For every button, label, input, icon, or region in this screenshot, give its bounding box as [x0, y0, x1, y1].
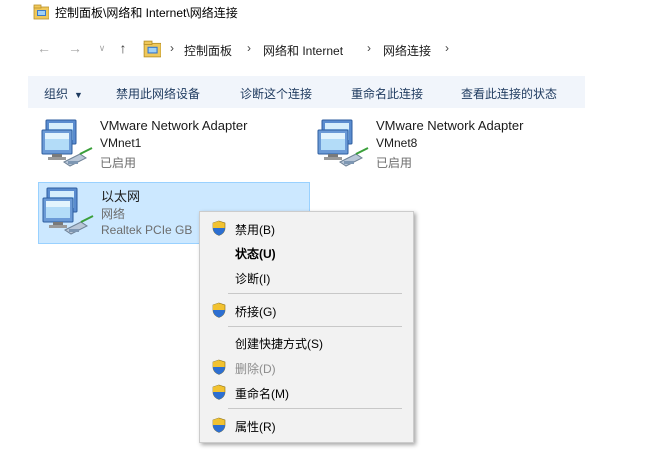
adapter-item-vmnet1[interactable]: VMware Network Adapter VMnet1 已启用 — [40, 118, 310, 174]
adapter-subtitle: VMnet1 — [100, 136, 142, 150]
network-adapter-icon — [317, 119, 369, 167]
adapter-name: VMware Network Adapter — [100, 118, 248, 133]
menu-separator — [228, 293, 402, 294]
adapter-name: 以太网 — [101, 189, 141, 204]
adapter-name: VMware Network Adapter — [376, 118, 524, 133]
navigation-bar: ← → ∨ ↑ › 控制面板 › 网络和 Internet › 网络连接 › — [0, 36, 650, 62]
menu-item-properties[interactable]: 属性(R) — [200, 414, 413, 436]
organize-button[interactable]: 组织 ▼ — [44, 85, 83, 102]
adapter-item-vmnet8[interactable]: VMware Network Adapter VMnet8 已启用 — [316, 118, 586, 174]
menu-item-label: 属性(R) — [235, 420, 276, 434]
adapter-device: Realtek PCIe GB — [101, 223, 193, 237]
chevron-right-icon[interactable]: › — [367, 41, 371, 55]
disable-device-button[interactable]: 禁用此网络设备 — [116, 85, 200, 102]
menu-item-diagnose[interactable]: 诊断(I) — [200, 266, 413, 288]
diagnose-button[interactable]: 诊断这个连接 — [240, 85, 312, 102]
uac-shield-icon — [212, 384, 226, 400]
menu-separator — [228, 408, 402, 409]
adapter-subtitle: 网络 — [101, 207, 126, 221]
uac-shield-icon — [212, 359, 226, 375]
forward-arrow-icon[interactable]: → — [67, 40, 83, 56]
uac-shield-icon — [212, 220, 226, 236]
menu-item-label: 状态(U) — [235, 247, 276, 261]
window-title-bar: 控制面板\网络和 Internet\网络连接 — [0, 0, 650, 24]
adapter-status: 已启用 — [376, 156, 413, 170]
view-status-button[interactable]: 查看此连接的状态 — [461, 85, 557, 102]
control-panel-icon — [143, 40, 161, 58]
menu-item-label: 重命名(M) — [235, 387, 289, 401]
command-bar: 组织 ▼ 禁用此网络设备 诊断这个连接 重命名此连接 查看此连接的状态 — [28, 76, 585, 108]
recent-dropdown-icon[interactable]: ∨ — [94, 40, 110, 56]
menu-item-bridge[interactable]: 桥接(G) — [200, 299, 413, 321]
caret-down-icon: ▼ — [74, 90, 83, 100]
context-menu: 禁用(B) 状态(U) 诊断(I) 桥接(G) 创建快捷方式(S) 删除(D) … — [199, 211, 414, 443]
network-adapter-icon — [41, 119, 93, 167]
breadcrumb-network-internet[interactable]: 网络和 Internet — [263, 42, 343, 59]
back-arrow-icon[interactable]: ← — [36, 40, 52, 56]
breadcrumb-network-connections[interactable]: 网络连接 — [383, 42, 431, 59]
address-bar[interactable]: › 控制面板 › 网络和 Internet › 网络连接 › — [140, 36, 587, 62]
menu-item-create-shortcut[interactable]: 创建快捷方式(S) — [200, 331, 413, 353]
menu-item-disable[interactable]: 禁用(B) — [200, 217, 413, 239]
chevron-right-icon[interactable]: › — [247, 41, 251, 55]
network-adapter-icon — [42, 187, 94, 235]
menu-separator — [228, 326, 402, 327]
adapter-subtitle: VMnet8 — [376, 136, 418, 150]
window-title: 控制面板\网络和 Internet\网络连接 — [55, 6, 238, 20]
chevron-right-icon[interactable]: › — [170, 41, 174, 55]
menu-item-label: 桥接(G) — [235, 305, 277, 319]
menu-item-label: 诊断(I) — [235, 272, 271, 286]
menu-item-label: 禁用(B) — [235, 223, 275, 237]
up-arrow-icon[interactable]: ↑ — [115, 40, 131, 56]
adapter-status: 已启用 — [100, 156, 137, 170]
network-folder-icon — [33, 4, 49, 20]
breadcrumb-control-panel[interactable]: 控制面板 — [184, 42, 232, 59]
menu-item-rename[interactable]: 重命名(M) — [200, 381, 413, 403]
chevron-right-icon[interactable]: › — [445, 41, 449, 55]
uac-shield-icon — [212, 302, 226, 318]
menu-item-label: 删除(D) — [235, 362, 276, 376]
rename-button[interactable]: 重命名此连接 — [351, 85, 423, 102]
uac-shield-icon — [212, 417, 226, 433]
organize-label: 组织 — [44, 87, 69, 101]
menu-item-status[interactable]: 状态(U) — [200, 241, 413, 263]
menu-item-label: 创建快捷方式(S) — [235, 337, 323, 351]
menu-item-delete: 删除(D) — [200, 356, 413, 378]
